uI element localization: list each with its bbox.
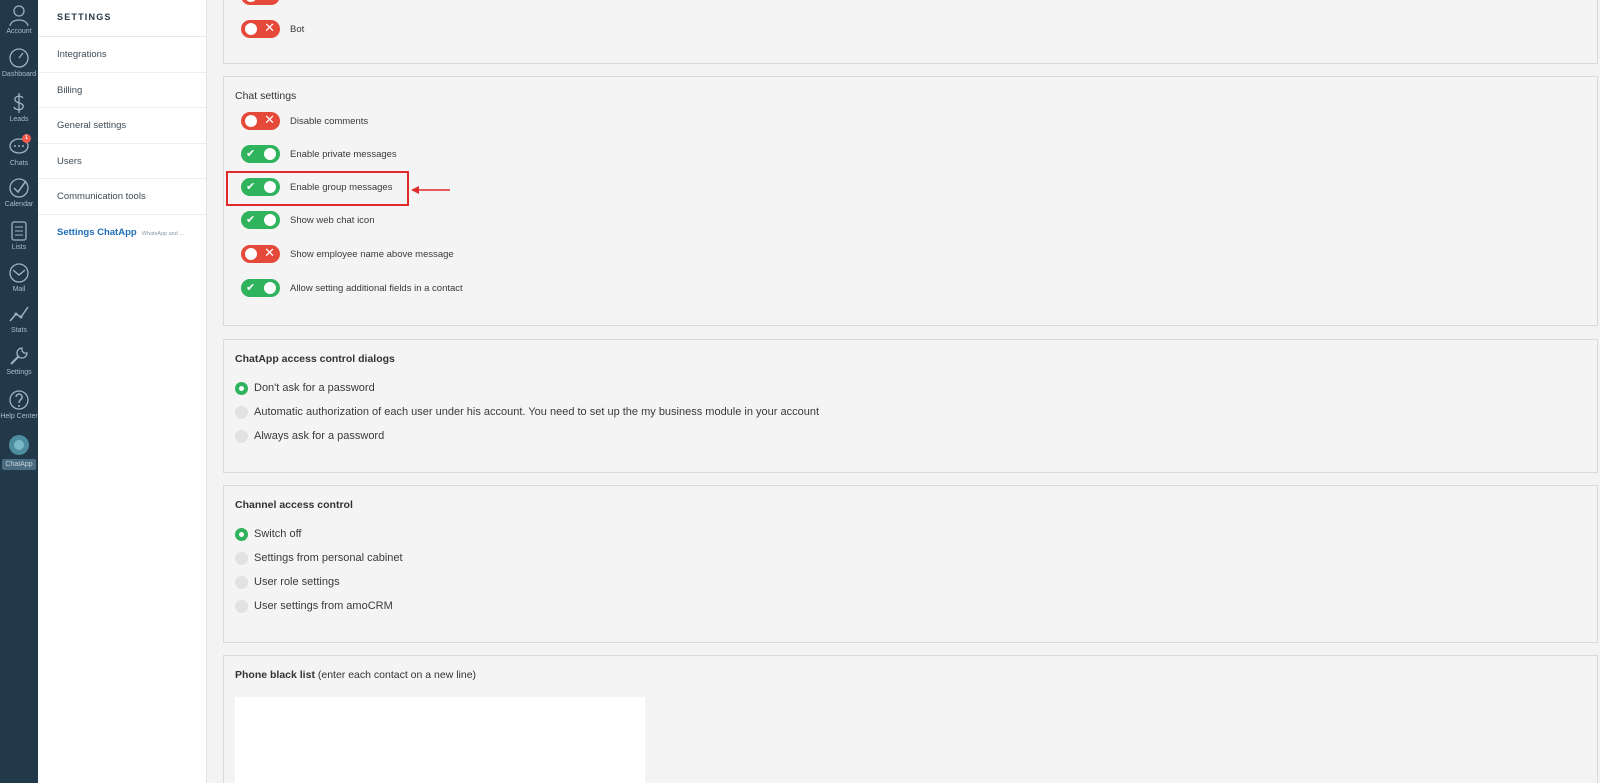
nav-label: Calendar [4,201,34,208]
check-icon: ✔ [246,147,256,160]
sidebar-item-billing[interactable]: Billing [38,73,206,108]
nav-account[interactable]: Account [0,4,38,36]
show-web-chat-icon-toggle[interactable]: ✔ [241,211,280,229]
x-icon: ✕ [264,113,275,128]
blacklist-title-text: Phone black list [235,669,315,681]
disable-comments-toggle[interactable]: ✕ [241,112,280,130]
nav-stats[interactable]: Stats [0,303,38,335]
show-employee-name-label: Show employee name above message [290,249,454,260]
show-employee-name-toggle[interactable]: ✕ [241,245,280,263]
envelope-icon [9,263,29,283]
bot-settings-card: ✕ Bot [223,0,1598,64]
x-icon: ✕ [264,246,275,261]
check-icon: ✔ [246,213,256,226]
radio-switch-off[interactable] [235,528,248,541]
checkmark-circle-icon [9,178,29,198]
chatapp-logo-icon [9,435,29,455]
radio-amocrm-user-settings[interactable] [235,600,248,613]
sidebar-item-integrations[interactable]: Integrations [38,37,206,73]
toggle-knob [264,214,276,226]
radio-label: Settings from personal cabinet [254,552,403,564]
nav-label: Leads [9,116,29,123]
chat-settings-title: Chat settings [235,90,297,102]
sidebar-item-settings-chatapp[interactable]: Settings ChatApp WhatsApp and ... [38,215,206,251]
nav-settings[interactable]: Settings [0,345,38,377]
sidebar-item-communication-tools[interactable]: Communication tools [38,179,206,215]
nav-calendar[interactable]: Calendar [0,177,38,209]
radio-label: Automatic authorization of each user und… [254,406,820,418]
show-web-chat-icon-label: Show web chat icon [290,215,375,226]
toggle-knob [245,115,257,127]
partial-toggle[interactable] [241,0,280,5]
nav-chats[interactable]: 1 Chats [0,134,38,168]
channel-access-title: Channel access control [235,499,353,511]
chat-settings-card: Chat settings ✕ Disable comments ✔ Enabl… [223,76,1598,326]
disable-comments-label: Disable comments [290,116,369,127]
nav-label: Help Center [0,413,38,420]
nav-label: Stats [11,327,27,334]
nav-label: Settings [6,369,32,376]
nav-dashboard[interactable]: Dashboard [0,47,38,79]
enable-private-messages-label: Enable private messages [290,149,397,160]
line-chart-icon [9,306,29,322]
nav-label: Chats [9,160,29,167]
radio-label: Don't ask for a password [254,382,375,394]
settings-sidebar: SETTINGS Integrations Billing General se… [38,0,207,783]
sidebar-item-users[interactable]: Users [38,144,206,179]
x-icon: ✕ [264,21,275,36]
left-navigation: Account Dashboard Leads 1 Chats Calendar… [0,0,38,783]
phone-blacklist-input[interactable] [235,697,645,783]
user-icon [9,5,29,26]
toggle-knob [264,148,276,160]
main-content: ✕ Bot Chat settings ✕ Disable comments ✔… [207,0,1600,783]
radio-label: Switch off [254,528,302,540]
nav-label: Account [6,28,32,35]
radio-personal-cabinet[interactable] [235,552,248,565]
nav-lists[interactable]: Lists [0,220,38,252]
allow-additional-fields-label: Allow setting additional fields in a con… [290,283,463,294]
question-icon [9,390,29,410]
nav-label: Mail [12,286,26,293]
bot-toggle-label: Bot [290,24,305,35]
wrench-icon [10,347,28,365]
toggle-knob [264,282,276,294]
enable-private-messages-toggle[interactable]: ✔ [241,145,280,163]
nav-mail[interactable]: Mail [0,262,38,294]
dashboard-gauge-icon [9,48,29,68]
radio-automatic-authorization[interactable] [235,406,248,419]
sidebar-item-label: Settings ChatApp [57,226,137,238]
radio-user-role-settings[interactable] [235,576,248,589]
sidebar-item-general-settings[interactable]: General settings [38,108,206,144]
toggle-knob [245,23,257,35]
radio-dont-ask-password[interactable] [235,382,248,395]
sidebar-item-sublabel: WhatsApp and ... [141,230,184,237]
radio-always-ask-password[interactable] [235,430,248,443]
nav-label: ChatApp [2,459,36,470]
nav-label: Dashboard [1,71,37,78]
nav-chatapp[interactable]: ChatApp [0,435,38,470]
access-dialogs-title: ChatApp access control dialogs [235,353,395,365]
allow-additional-fields-toggle[interactable]: ✔ [241,279,280,297]
nav-label: Lists [11,244,27,251]
dollar-icon [13,93,24,113]
access-dialogs-card: ChatApp access control dialogs Don't ask… [223,339,1598,473]
radio-label: User role settings [254,576,340,588]
check-icon: ✔ [246,281,256,294]
channel-access-card: Channel access control Switch off Settin… [223,485,1598,643]
chats-badge: 1 [22,134,31,143]
nav-help[interactable]: Help Center [0,389,38,421]
red-arrow-icon [411,186,450,194]
highlight-annotation-box [226,171,409,206]
radio-label: Always ask for a password [254,430,385,442]
blacklist-hint: (enter each contact on a new line) [317,669,477,681]
nav-leads[interactable]: Leads [0,92,38,124]
bot-toggle[interactable]: ✕ [241,20,280,38]
toggle-knob [245,248,257,260]
blacklist-title: Phone black list (enter each contact on … [235,669,476,681]
list-document-icon [11,221,27,241]
sidebar-title: SETTINGS [38,0,206,37]
phone-blacklist-card: Phone black list (enter each contact on … [223,655,1598,783]
radio-label: User settings from amoCRM [254,600,393,612]
